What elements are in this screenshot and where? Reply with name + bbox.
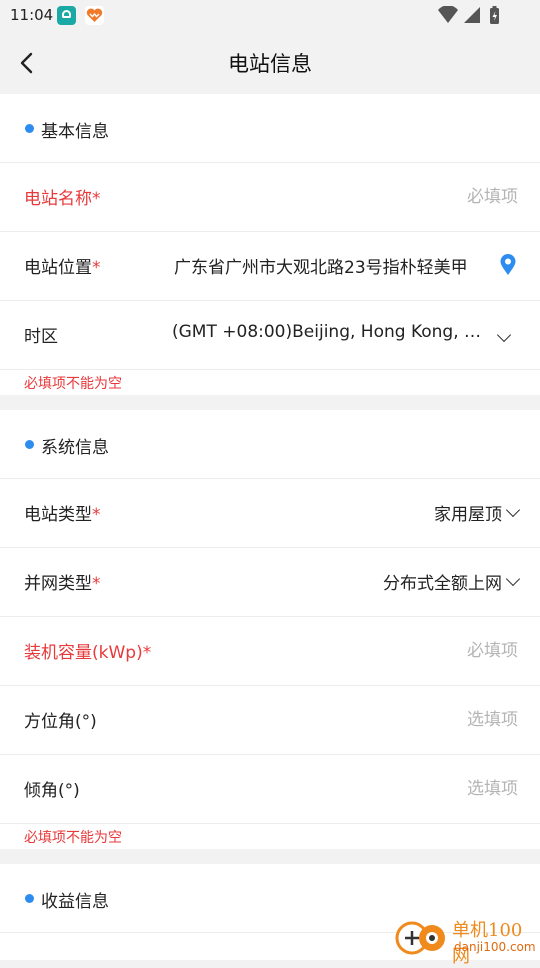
capacity-input[interactable] [318, 631, 518, 671]
grid-type-label: 并网类型* [24, 574, 101, 594]
section-header: 系统信息 [0, 410, 540, 479]
station-location-value[interactable]: 广东省广州市大观北路23号指朴轻美甲 [174, 253, 494, 278]
azimuth-input[interactable] [318, 700, 518, 740]
tilt-label: 倾角(°) [24, 781, 80, 801]
section-dot-icon [25, 440, 34, 449]
station-name-row: 电站名称* [0, 163, 540, 232]
station-name-input[interactable] [318, 177, 518, 217]
chevron-down-icon [505, 571, 521, 587]
station-location-label: 电站位置* [24, 258, 101, 278]
chevron-down-icon[interactable] [496, 327, 512, 343]
status-time: 11:04 [10, 6, 54, 24]
timezone-label: 时区 [24, 327, 58, 347]
section-dot-icon [25, 124, 34, 133]
station-type-label: 电站类型* [24, 505, 101, 525]
station-type-row[interactable]: 电站类型* 家用屋顶 [0, 479, 540, 548]
status-icons [436, 6, 506, 25]
station-type-select[interactable]: 家用屋顶 [434, 500, 521, 525]
azimuth-label: 方位角(°) [24, 712, 97, 732]
capacity-row: 装机容量(kWp)* [0, 617, 540, 686]
watermark-url: danji100.com [454, 940, 536, 954]
basic-info-section: 基本信息 电站名称* 电站位置* 广东省广州市大观北路23号指朴轻美甲 时区 (… [0, 94, 540, 395]
station-location-row[interactable]: 电站位置* 广东省广州市大观北路23号指朴轻美甲 [0, 232, 540, 301]
heart-app-icon [85, 6, 104, 25]
watermark-logo-icon [395, 921, 445, 955]
tilt-input[interactable] [318, 769, 518, 809]
azimuth-row: 方位角(°) [0, 686, 540, 755]
nav-bar: 电站信息 [0, 32, 540, 94]
section-title: 系统信息 [41, 438, 109, 458]
error-message: 必填项不能为空 [24, 376, 122, 392]
section-header: 基本信息 [0, 94, 540, 163]
grid-type-select[interactable]: 分布式全额上网 [383, 569, 521, 594]
section-dot-icon [25, 894, 34, 903]
tilt-row: 倾角(°) [0, 755, 540, 824]
system-info-section: 系统信息 电站类型* 家用屋顶 并网类型* 分布式全额上网 装机容量(kWp)*… [0, 410, 540, 849]
location-pin-icon[interactable] [500, 254, 516, 280]
signal-icon [464, 7, 480, 23]
timezone-select[interactable]: (GMT +08:00)Beijing, Hong Kong, Perth, S… [172, 322, 488, 342]
capacity-label: 装机容量(kWp)* [24, 643, 152, 663]
watermark: 单机100网 danji100.com [390, 912, 540, 967]
error-message: 必填项不能为空 [24, 830, 122, 846]
status-bar: 11:04 [0, 0, 540, 32]
app-notification-icon [57, 6, 76, 25]
station-name-label: 电站名称* [24, 189, 101, 209]
wifi-icon [438, 6, 458, 23]
section-title: 收益信息 [41, 892, 109, 912]
page-title: 电站信息 [228, 52, 312, 76]
grid-type-row[interactable]: 并网类型* 分布式全额上网 [0, 548, 540, 617]
chevron-down-icon [505, 502, 521, 518]
battery-icon [490, 6, 499, 24]
timezone-row[interactable]: 时区 (GMT +08:00)Beijing, Hong Kong, Perth… [0, 301, 540, 370]
section-title: 基本信息 [41, 122, 109, 142]
